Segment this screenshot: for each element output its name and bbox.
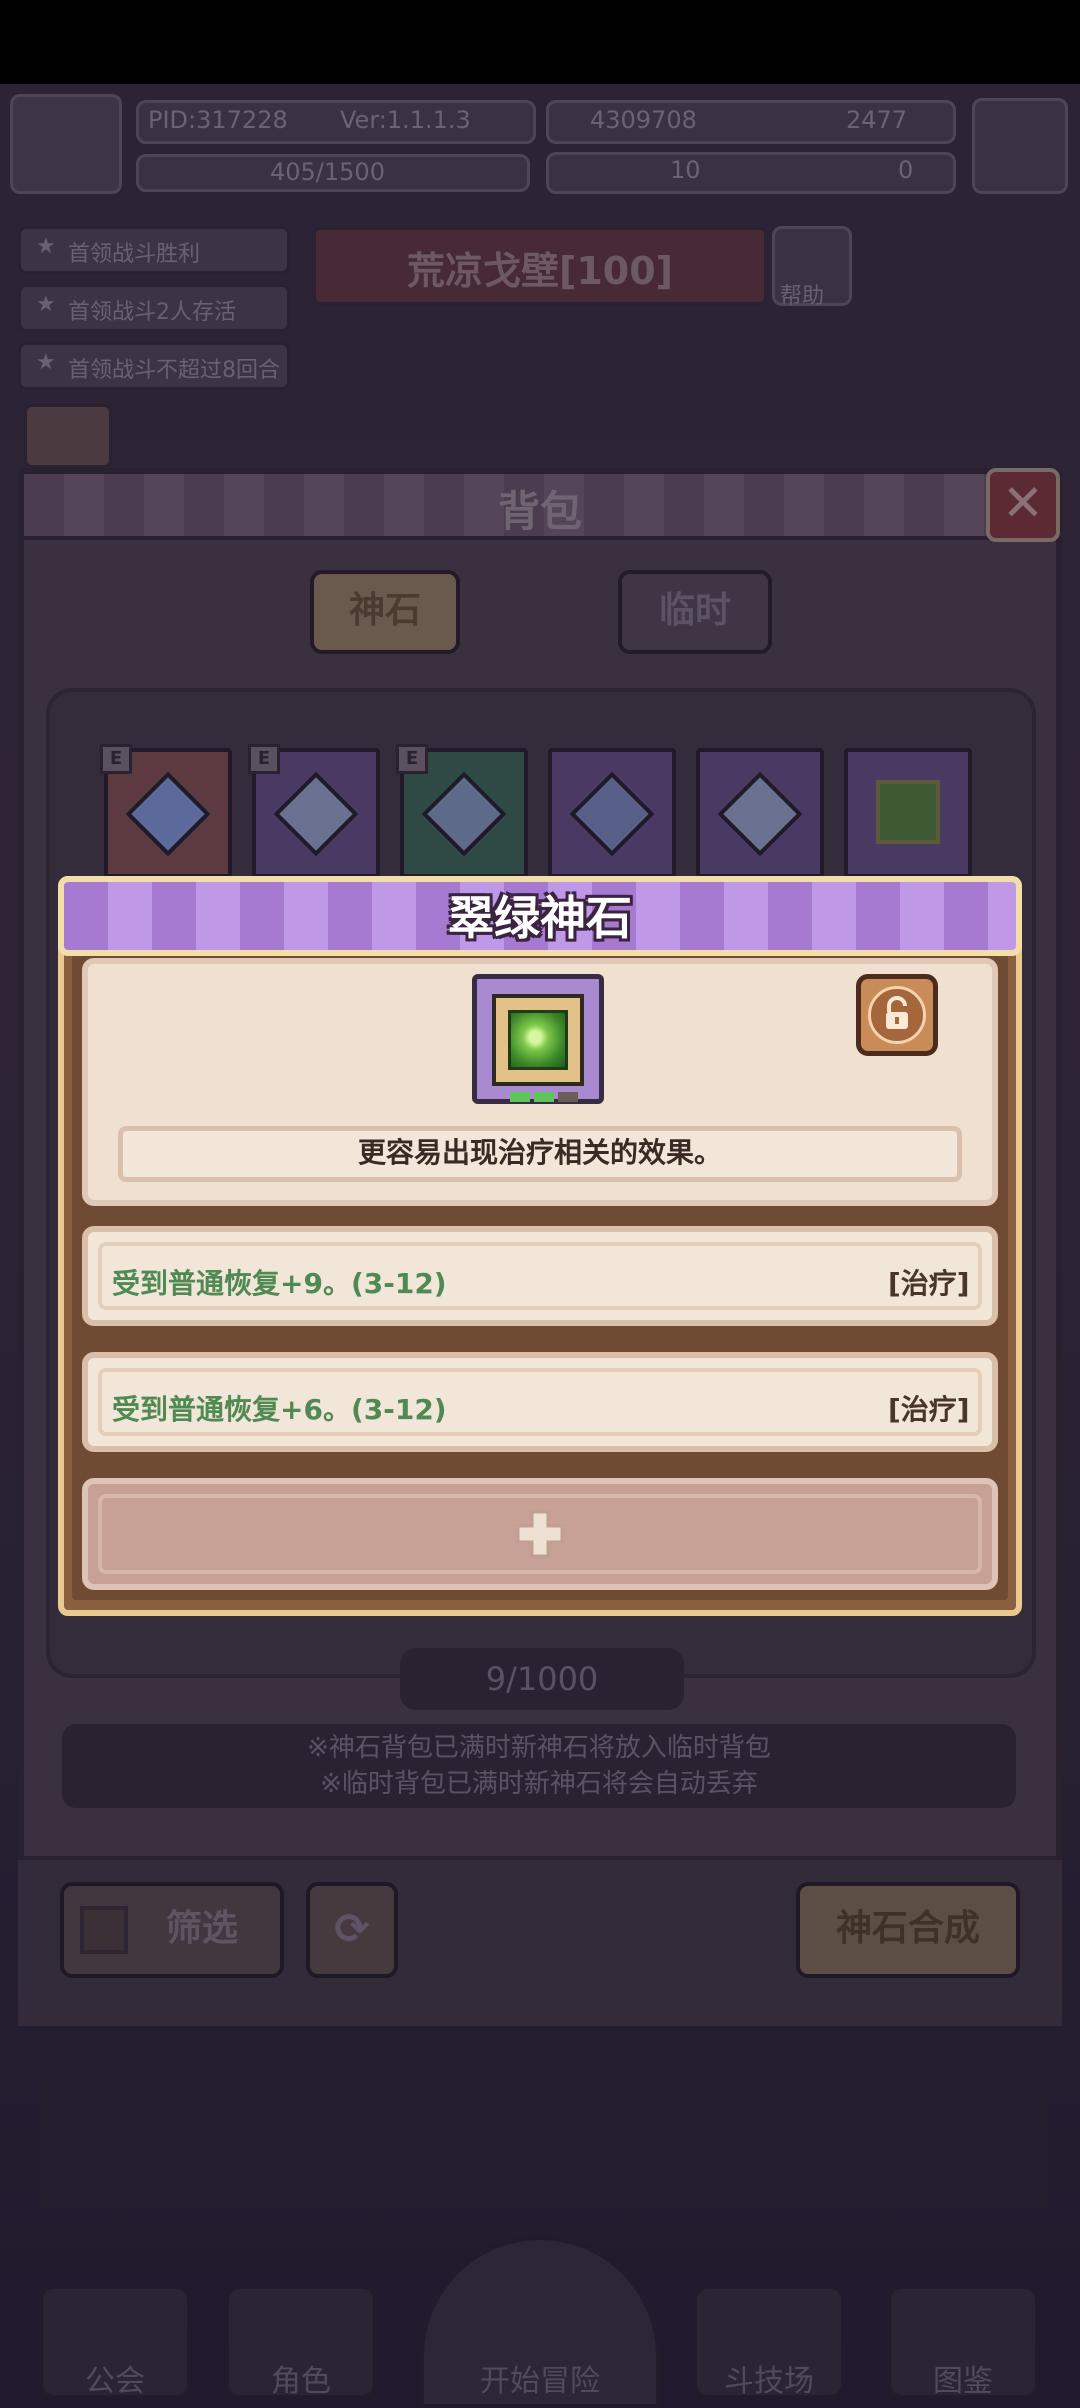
affix-tag: [治疗] xyxy=(888,1393,970,1426)
status-bar xyxy=(0,0,1080,84)
nav-label: 开始冒险 xyxy=(480,2364,600,2399)
grid-icon xyxy=(80,1906,128,1954)
popup-title: 翠绿神石 xyxy=(448,891,632,945)
exp-text: 405/1500 xyxy=(270,158,385,186)
gem-core xyxy=(508,1010,568,1070)
inventory-notice: ※神石背包已满时新神石将放入临时背包 ※临时背包已满时新神石将会自动丢弃 xyxy=(62,1724,1016,1808)
star-icon: ★ xyxy=(36,234,56,259)
tab-temporary[interactable]: 临时 xyxy=(618,570,772,654)
currency-bar-2 xyxy=(546,152,956,194)
currency2-value: 2477 xyxy=(846,106,908,134)
equipped-badge: E xyxy=(248,744,280,774)
equipped-badge: E xyxy=(100,744,132,774)
help-label: 帮助 xyxy=(780,284,825,309)
quest-text: 首领战斗2人存活 xyxy=(68,300,236,325)
version-text: Ver:1.1.1.3 xyxy=(340,106,471,134)
filter-label: 筛选 xyxy=(165,1908,238,1949)
currency3-value: 10 xyxy=(670,156,701,184)
nav-label: 斗技场 xyxy=(724,2364,814,2399)
slot-pip xyxy=(558,1092,578,1102)
lock-glyph xyxy=(886,996,908,1029)
equipped-badge: E xyxy=(396,744,428,774)
gem-icon xyxy=(876,780,940,844)
settings-gear-icon[interactable] xyxy=(972,98,1068,194)
nav-label: 图鉴 xyxy=(933,2364,993,2399)
nav-label: 角色 xyxy=(271,2364,331,2399)
refresh-icon[interactable]: ⟳ xyxy=(306,1882,398,1978)
affix-text: 受到普通恢复+9。(3-12) xyxy=(112,1267,447,1300)
slot-pip xyxy=(510,1092,530,1102)
stage-name: 荒凉戈壁[100] xyxy=(406,249,674,293)
currency1-value: 4309708 xyxy=(590,106,697,134)
nav-label: 公会 xyxy=(85,2364,145,2399)
notice-line-2: ※临时背包已满时新神石将会自动丢弃 xyxy=(320,1769,758,1799)
notice-line-1: ※神石背包已满时新神石将放入临时背包 xyxy=(307,1733,771,1763)
quest-text: 首领战斗胜利 xyxy=(68,242,201,267)
slot-pip xyxy=(534,1092,554,1102)
tab-divine-stone[interactable]: 神石 xyxy=(310,570,460,654)
compose-button[interactable]: 神石合成 xyxy=(796,1882,1020,1978)
plus-icon xyxy=(516,1510,564,1558)
star-icon: ★ xyxy=(36,292,56,317)
quest-text: 首领战斗不超过8回合 xyxy=(68,358,280,383)
event-icon[interactable] xyxy=(24,404,112,468)
map-strip xyxy=(40,2070,1050,2210)
star-icon: ★ xyxy=(36,350,56,375)
pid-text: PID:317228 xyxy=(148,106,288,134)
avatar[interactable] xyxy=(10,94,122,194)
backpack-title: 背包 xyxy=(497,487,582,536)
affix-text: 受到普通恢复+6。(3-12) xyxy=(112,1393,447,1426)
close-icon[interactable]: ✕ xyxy=(986,468,1060,542)
currency4-value: 0 xyxy=(898,156,914,184)
affix-tag: [治疗] xyxy=(888,1267,970,1300)
inventory-count: 9/1000 xyxy=(400,1648,684,1710)
gem-description: 更容易出现治疗相关的效果。 xyxy=(118,1126,962,1182)
